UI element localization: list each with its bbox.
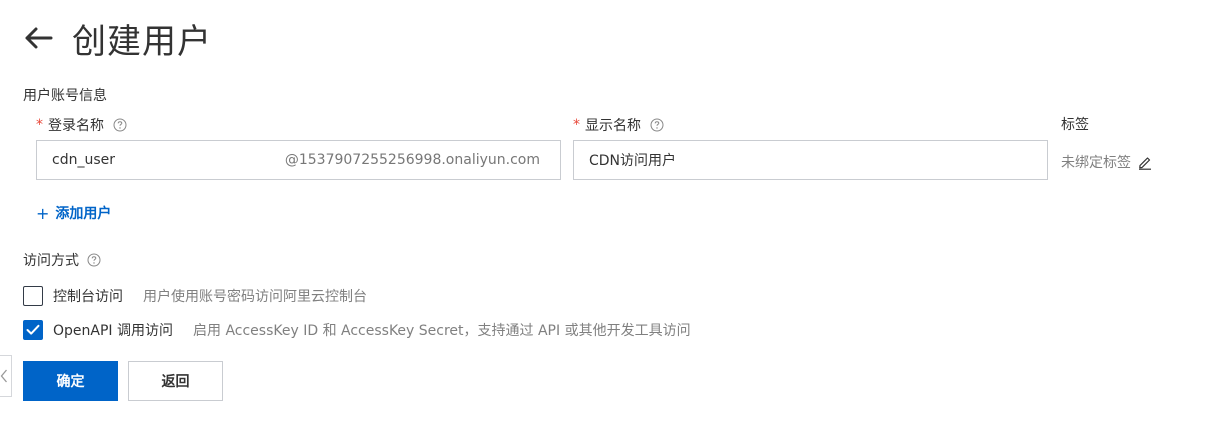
console-access-description: 用户使用账号密码访问阿里云控制台: [143, 289, 367, 305]
display-name-value: CDN访问用户: [589, 153, 677, 169]
page-header: 创建用户: [22, 18, 212, 62]
login-name-label: * 登录名称: [36, 115, 127, 135]
collapse-sidebar-toggle[interactable]: [0, 355, 12, 397]
back-button[interactable]: 返回: [128, 361, 223, 401]
arrow-left-icon[interactable]: [22, 22, 54, 54]
tags-value: 未绑定标签: [1061, 152, 1153, 172]
login-name-input[interactable]: cdn_user @1537907255256998.onaliyun.com: [36, 140, 561, 180]
access-method-title-text: 访问方式: [23, 253, 79, 269]
help-icon[interactable]: [650, 118, 664, 132]
help-icon[interactable]: [113, 118, 127, 132]
required-mark: *: [36, 117, 43, 133]
login-name-value: cdn_user: [52, 152, 115, 168]
display-name-label: * 显示名称: [573, 115, 664, 135]
tags-label: 标签: [1061, 117, 1089, 133]
openapi-access-description: 启用 AccessKey ID 和 AccessKey Secret，支持通过 …: [193, 323, 691, 339]
access-option-openapi: OpenAPI 调用访问 启用 AccessKey ID 和 AccessKey…: [23, 319, 691, 341]
confirm-button[interactable]: 确定: [23, 361, 118, 401]
access-option-console: 控制台访问 用户使用账号密码访问阿里云控制台: [23, 285, 367, 307]
add-user-button[interactable]: + 添加用户: [36, 203, 111, 223]
page-title: 创建用户: [72, 21, 212, 62]
edit-pencil-icon[interactable]: [1137, 154, 1153, 170]
openapi-access-label[interactable]: OpenAPI 调用访问: [53, 320, 173, 340]
plus-icon: +: [36, 203, 50, 223]
required-mark: *: [573, 117, 580, 133]
checkmark-icon: [26, 324, 40, 335]
login-name-label-text: 登录名称: [48, 118, 104, 134]
login-name-domain-suffix: @1537907255256998.onaliyun.com: [284, 152, 540, 168]
console-access-label[interactable]: 控制台访问: [53, 286, 123, 306]
add-user-label: 添加用户: [55, 206, 112, 222]
console-access-checkbox[interactable]: [23, 286, 43, 306]
tags-value-text: 未绑定标签: [1061, 155, 1131, 171]
section-title-account-info: 用户账号信息: [23, 88, 107, 104]
help-icon[interactable]: [87, 253, 101, 267]
chevron-left-icon: [0, 369, 7, 383]
access-method-title: 访问方式: [23, 250, 101, 270]
openapi-access-checkbox[interactable]: [23, 320, 43, 340]
display-name-input[interactable]: CDN访问用户: [573, 140, 1048, 180]
display-name-label-text: 显示名称: [585, 118, 641, 134]
